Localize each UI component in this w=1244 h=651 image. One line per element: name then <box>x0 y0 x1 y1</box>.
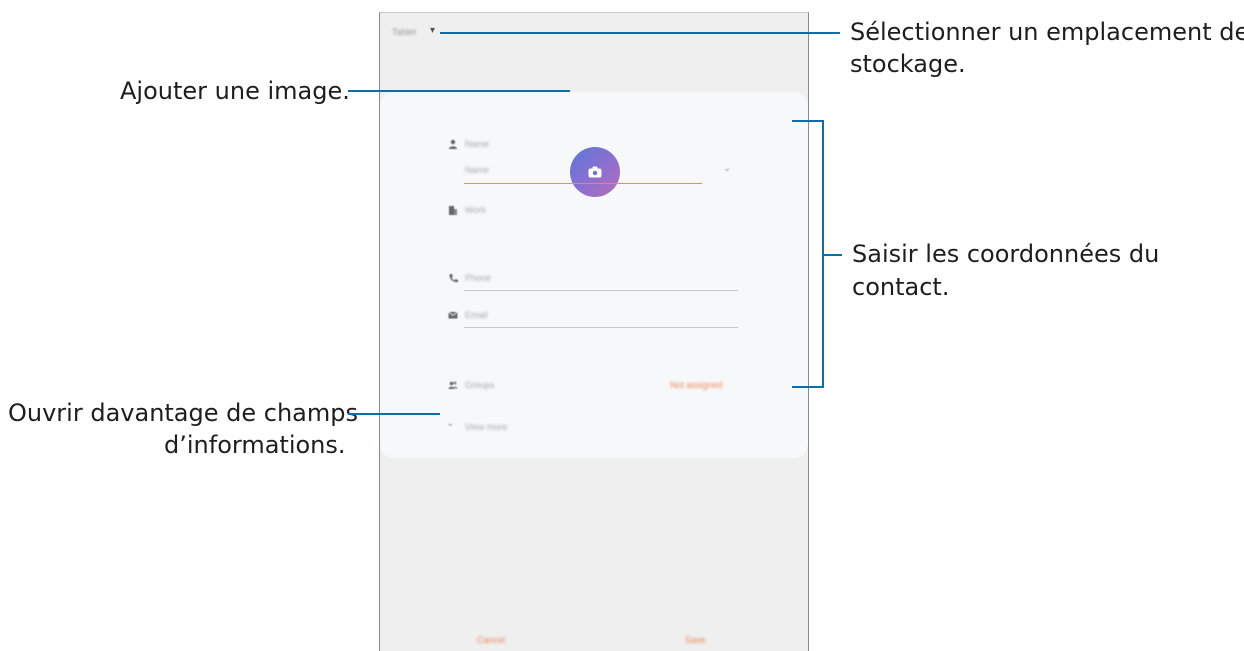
name-input-underline <box>464 183 702 184</box>
contact-bracket-bottom <box>792 386 824 388</box>
phone-input[interactable]: Phone <box>465 273 491 283</box>
more-callout-line <box>348 413 440 415</box>
groups-label[interactable]: Groups <box>465 380 495 390</box>
name-header: Name <box>465 139 490 149</box>
dropdown-arrow-icon[interactable]: ▾ <box>430 25 435 36</box>
groups-icon <box>448 381 458 389</box>
email-icon <box>448 311 458 319</box>
storage-selector-label[interactable]: Tablet <box>392 27 416 37</box>
image-callout-label: Ajouter une image. <box>120 77 350 105</box>
groups-value[interactable]: Not assigned <box>670 380 723 390</box>
add-image-button[interactable] <box>570 147 620 197</box>
phone-icon <box>449 274 458 283</box>
more-callout-line1: Ouvrir davantage de champs <box>8 399 359 427</box>
contact-bracket-top <box>792 120 824 122</box>
contact-callout-line <box>824 254 842 256</box>
storage-callout-line2: stockage. <box>850 50 966 78</box>
email-input-underline <box>464 327 738 328</box>
save-button[interactable]: Save <box>685 635 706 645</box>
chevron-down-icon[interactable]: ⌄ <box>723 163 731 174</box>
camera-icon <box>588 166 602 178</box>
person-icon <box>449 139 457 149</box>
view-more-button[interactable]: View more <box>465 422 507 432</box>
more-callout-line2: d’informations. <box>164 431 346 459</box>
name-input[interactable]: Name <box>465 165 489 175</box>
phone-screen: Tablet ▾ Name Name ⌄ Work Phone Email Gr… <box>379 12 809 651</box>
storage-callout-line <box>440 32 840 34</box>
contact-form-card: Name Name ⌄ Work Phone Email Groups Not … <box>380 92 808 458</box>
contact-callout-line2: contact. <box>852 273 950 301</box>
phone-input-underline <box>464 290 738 291</box>
view-more-chevron-icon[interactable]: ⌄ <box>446 418 454 429</box>
email-input[interactable]: Email <box>465 310 488 320</box>
image-callout-line <box>348 90 570 92</box>
building-icon <box>449 206 457 215</box>
contact-callout-line1: Saisir les coordonnées du <box>852 240 1160 268</box>
cancel-button[interactable]: Cancel <box>477 635 505 645</box>
storage-callout-line1: Sélectionner un emplacement de <box>850 18 1244 46</box>
work-field[interactable]: Work <box>465 205 486 215</box>
